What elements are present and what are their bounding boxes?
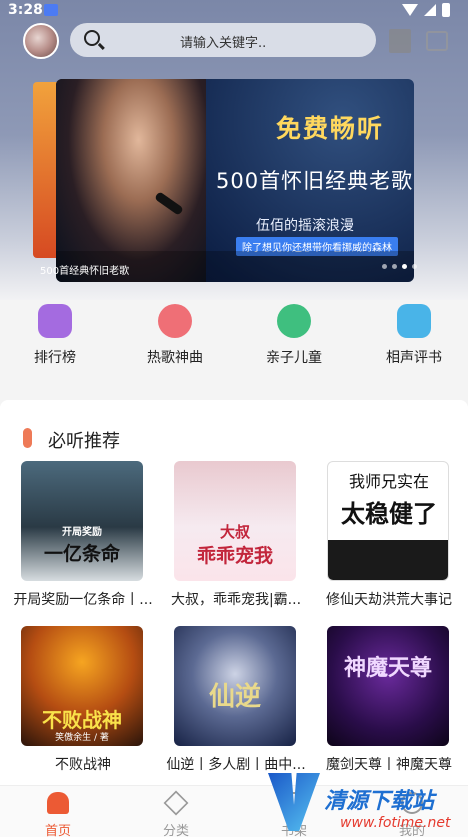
family-icon: [277, 304, 311, 338]
quicknav-label: 热歌神曲: [147, 350, 203, 366]
banner-carousel[interactable]: 免费畅听 500首怀旧经典老歌 伍佰的摇滚浪漫 除了想见你还想带你看挪威的森林: [56, 79, 414, 282]
cover-title: 不败战神: [42, 708, 122, 732]
wifi-icon: [402, 4, 418, 16]
book-cover: 大叔 乖乖宠我: [174, 461, 296, 581]
cover-title: 乖乖宠我: [196, 545, 273, 567]
quicknav-label: 排行榜: [34, 350, 76, 366]
book-icon: [397, 304, 431, 338]
book-cover: 开局奖励 一亿条命: [21, 461, 143, 581]
book-cover: 神魔天尊: [327, 626, 449, 746]
notification-app-icon: [44, 4, 58, 16]
book-title: 仙逆丨多人剧丨曲中...: [166, 757, 306, 773]
carousel-dot: [382, 264, 387, 269]
book-title: 开局奖励一亿条命丨...: [13, 592, 153, 608]
book-title: 大叔，乖乖宠我|霸...: [170, 592, 302, 608]
cover-subtitle: 大叔: [219, 523, 250, 541]
carousel-dots: [382, 264, 417, 269]
carousel-dot: [402, 264, 407, 269]
cover-title: 一亿条命: [43, 543, 120, 565]
quicknav-label: 相声评书: [386, 350, 442, 366]
cover-title: 神魔天尊: [343, 656, 432, 681]
search-icon: [84, 30, 100, 46]
cover-title: 太稳健了: [341, 500, 437, 528]
system-icons: [402, 3, 450, 17]
search-bar[interactable]: 请输入关键字..: [70, 23, 376, 57]
book-title: 修仙天劫洪荒大事记: [326, 592, 452, 608]
signal-icon: [424, 4, 436, 16]
cover-subtitle: 笑傲余生 / 著: [55, 733, 109, 743]
cover-subtitle: 我师兄实在: [348, 472, 429, 491]
trophy-icon: [38, 304, 72, 338]
quicknav-label: 亲子儿童: [266, 350, 322, 366]
cube-icon: [163, 790, 189, 816]
carousel-dot: [412, 264, 417, 269]
watermark-logo-icon: [268, 773, 320, 831]
book-cover: 不败战神 笑傲余生 / 著: [21, 626, 143, 746]
status-time: 3:28: [8, 2, 43, 18]
book-cover: 仙逆: [174, 626, 296, 746]
bookshelf-icon[interactable]: [389, 29, 411, 53]
book-title: 不败战神: [55, 757, 111, 773]
tab-label: 分类: [162, 824, 189, 837]
section-title: 必听推荐: [48, 431, 120, 452]
book-cover: 我师兄实在 太稳健了: [327, 461, 449, 581]
book-title: 魔剑天尊丨神魔天尊: [326, 757, 452, 773]
banner-headline: 免费畅听: [276, 114, 385, 143]
search-placeholder: 请输入关键字..: [180, 36, 267, 51]
watermark-title: 清源下载站: [324, 789, 435, 814]
site-watermark: 清源下载站 www.fotime.net: [268, 773, 468, 837]
cover-title: 仙逆: [208, 682, 261, 712]
status-bar: 3:28: [0, 0, 468, 22]
section-accent-bar: [23, 428, 32, 448]
badge-icon: [158, 304, 192, 338]
banner-tagline: 伍佰的摇滚浪漫: [256, 218, 354, 234]
tab-label: 首页: [44, 824, 71, 837]
tab-category[interactable]: 分类: [136, 786, 216, 837]
history-icon[interactable]: [426, 31, 448, 51]
battery-icon: [442, 3, 450, 17]
tab-home[interactable]: 首页: [18, 786, 98, 837]
cover-subtitle: 开局奖励: [62, 527, 102, 538]
banner-caption: 500首经典怀旧老歌: [40, 266, 130, 277]
watermark-url: www.fotime.net: [340, 815, 451, 831]
banner-subheadline: 500首怀旧经典老歌: [216, 169, 414, 193]
user-avatar[interactable]: [23, 23, 59, 59]
home-icon: [47, 792, 69, 814]
carousel-dot: [392, 264, 397, 269]
cover-art: [328, 540, 448, 580]
